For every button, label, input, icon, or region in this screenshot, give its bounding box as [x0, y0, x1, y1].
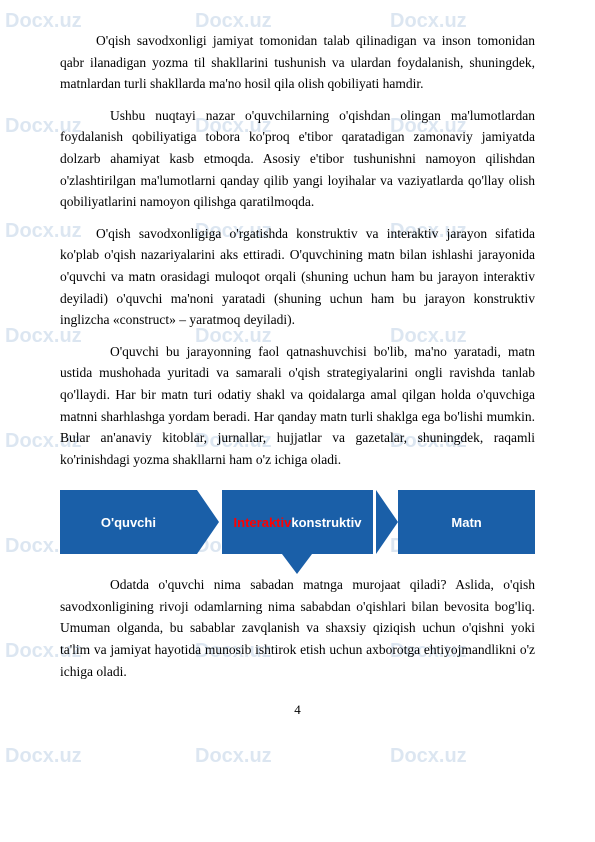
- paragraph-2: Ushbu nuqtayi nazar o'quvchilarning o'qi…: [60, 105, 535, 213]
- diagram-box-text: Matn: [398, 490, 535, 554]
- diagram-arrow-down: [282, 554, 312, 574]
- watermark: Docx.uz: [390, 745, 467, 768]
- paragraph-3: O'qish savodxonligiga o'rgatishda konstr…: [60, 223, 535, 331]
- watermark: Docx.uz: [195, 745, 272, 768]
- diagram-arrow-2: [376, 490, 398, 554]
- diagram-box-reader: O'quvchi: [60, 490, 197, 554]
- diagram-konstruktiv-label: konstruktiv: [291, 515, 361, 530]
- diagram-text-label: Matn: [451, 515, 481, 530]
- diagram-reader-label: O'quvchi: [101, 515, 156, 530]
- diagram-box-interactive: Interaktiv konstruktiv: [222, 490, 373, 554]
- paragraph-4: O'quvchi bu jarayonning faol qatnashuvch…: [60, 341, 535, 471]
- diagram-container: O'quvchi Interaktiv konstruktiv Matn: [60, 490, 535, 554]
- paragraph-5: Odatda o'quvchi nima sabadan matnga muro…: [60, 574, 535, 682]
- page-number: 4: [60, 702, 535, 718]
- diagram-arrow-1: [197, 490, 219, 554]
- paragraph-1: O'qish savodxonligi jamiyat tomonidan ta…: [60, 30, 535, 95]
- diagram-section: O'quvchi Interaktiv konstruktiv Matn: [60, 490, 535, 554]
- diagram-interaktiv-label: Interaktiv: [234, 515, 292, 530]
- watermark: Docx.uz: [5, 745, 82, 768]
